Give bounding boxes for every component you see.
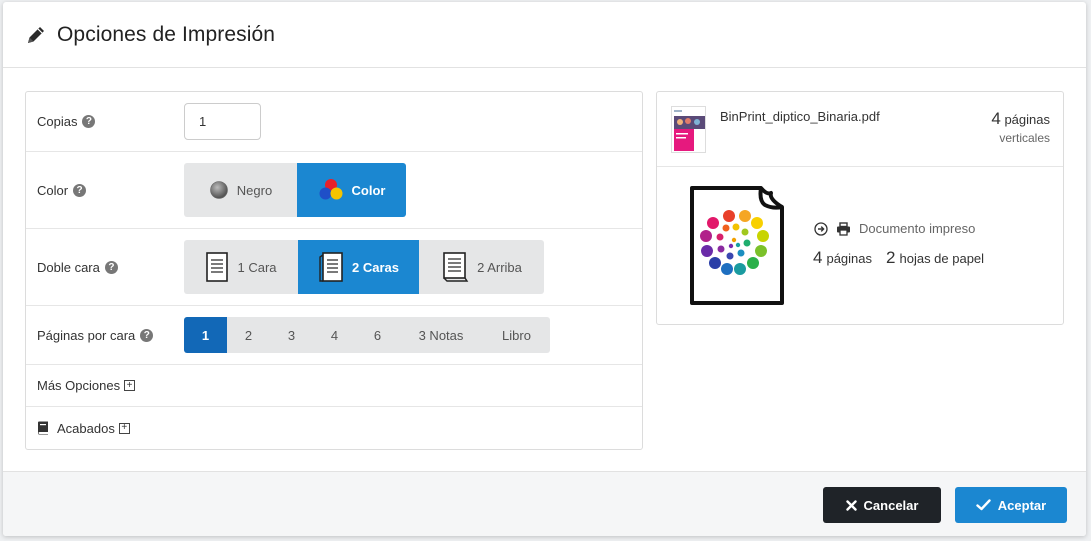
color-option-black-label: Negro <box>236 182 273 198</box>
pages-per-side-row: Páginas por cara ? 1 2 3 4 6 3 Notas Lib… <box>26 306 642 365</box>
dialog-footer: Cancelar Aceptar <box>3 471 1086 536</box>
summary-sheets-number: 2 <box>886 248 896 267</box>
finishes-toggle[interactable]: Acabados + <box>37 421 130 436</box>
dialog-title: Opciones de Impresión <box>57 22 276 46</box>
arrow-circle-right-icon <box>814 221 828 236</box>
duplex-option-double-label: 2 Caras <box>352 259 399 275</box>
color-document-icon <box>689 185 785 312</box>
more-options-row: Más Opciones + <box>26 365 642 407</box>
duplex-option-top-label: 2 Arriba <box>477 259 522 275</box>
color-option-black[interactable]: Negro <box>184 163 297 217</box>
pencil-icon <box>25 24 47 46</box>
color-row: Color ? Negro Color <box>26 152 642 229</box>
pages-per-side-option-3[interactable]: 3 <box>270 317 313 353</box>
finishes-row: Acabados + <box>26 407 642 449</box>
pages-per-side-option-6[interactable]: 6 <box>356 317 399 353</box>
black-ink-icon <box>209 180 229 200</box>
print-options-panel: Copias ? 1 Color ? Negro Color Doble car… <box>25 91 643 450</box>
summary-sheets-label: hojas de papel <box>899 251 985 266</box>
double-sided-icon <box>318 251 344 283</box>
cancel-button-label: Cancelar <box>863 497 919 513</box>
color-label: Color <box>37 182 69 198</box>
duplex-option-double[interactable]: 2 Caras <box>298 240 419 294</box>
pages-per-side-label: Páginas por cara <box>37 327 136 343</box>
print-options-dialog: Opciones de Impresión Copias ? 1 Color ? <box>3 2 1086 536</box>
document-thumbnail <box>671 106 706 153</box>
dialog-header: Opciones de Impresión <box>3 2 1086 68</box>
color-option-color-label: Color <box>351 182 386 198</box>
print-summary: Documento impreso 4 páginas 2 hojas de p… <box>657 167 1063 324</box>
duplex-row: Doble cara ? 1 Cara 2 Caras 2 Arriba <box>26 229 642 306</box>
duplex-toggle: 1 Cara 2 Caras 2 Arriba <box>184 240 544 294</box>
book-icon <box>37 421 49 435</box>
more-options-label: Más Opciones <box>37 378 121 393</box>
accept-button[interactable]: Aceptar <box>955 487 1067 523</box>
accept-button-label: Aceptar <box>997 497 1047 513</box>
file-pages-number: 4 <box>991 109 1001 128</box>
printer-icon <box>836 221 851 236</box>
more-options-toggle[interactable]: Más Opciones + <box>37 378 136 393</box>
print-counts: 4 páginas 2 hojas de papel <box>813 248 984 268</box>
finishes-label: Acabados <box>57 420 115 436</box>
cancel-button[interactable]: Cancelar <box>823 487 941 523</box>
color-option-color[interactable]: Color <box>297 163 406 217</box>
file-pages-label: páginas <box>1004 112 1050 127</box>
help-icon[interactable]: ? <box>82 115 96 128</box>
check-icon <box>976 499 991 511</box>
expand-plus-icon: + <box>124 380 136 391</box>
help-icon[interactable]: ? <box>73 183 87 197</box>
dialog-body: Copias ? 1 Color ? Negro Color Doble car… <box>3 69 1086 471</box>
duplex-option-single-label: 1 Cara <box>237 259 277 275</box>
file-orientation: verticales <box>999 131 1050 145</box>
file-info: BinPrint_diptico_Binaria.pdf 4 páginas v… <box>657 92 1063 167</box>
help-icon[interactable]: ? <box>140 328 154 342</box>
pages-per-side-option-book[interactable]: Libro <box>483 317 550 353</box>
pages-per-side-option-2[interactable]: 2 <box>227 317 270 353</box>
summary-pages-number: 4 <box>813 248 823 267</box>
duplex-label: Doble cara <box>37 259 100 275</box>
print-status-label: Documento impreso <box>859 221 976 236</box>
close-icon <box>845 499 857 511</box>
file-page-count: 4 páginas <box>991 109 1050 129</box>
duplex-option-single[interactable]: 1 Cara <box>184 240 298 294</box>
duplex-option-top[interactable]: 2 Arriba <box>419 240 544 294</box>
single-sided-icon <box>205 251 229 283</box>
cmyk-ink-icon <box>318 177 344 203</box>
copies-row: Copias ? 1 <box>26 92 642 152</box>
pages-per-side-option-1[interactable]: 1 <box>184 317 227 353</box>
copies-input[interactable]: 1 <box>184 103 261 140</box>
top-flip-icon <box>441 251 469 283</box>
help-icon[interactable]: ? <box>104 260 118 274</box>
pages-per-side-option-4[interactable]: 4 <box>313 317 356 353</box>
pages-per-side-option-notes[interactable]: 3 Notas <box>399 317 483 353</box>
print-status: Documento impreso <box>814 221 975 236</box>
summary-pages-label: páginas <box>826 251 873 266</box>
expand-plus-icon: + <box>118 422 130 434</box>
color-toggle: Negro Color <box>184 163 406 217</box>
file-name: BinPrint_diptico_Binaria.pdf <box>720 109 880 124</box>
pages-per-side-toggle: 1 2 3 4 6 3 Notas Libro <box>184 317 550 353</box>
document-summary-panel: BinPrint_diptico_Binaria.pdf 4 páginas v… <box>656 91 1064 325</box>
copies-label: Copias <box>37 114 78 129</box>
